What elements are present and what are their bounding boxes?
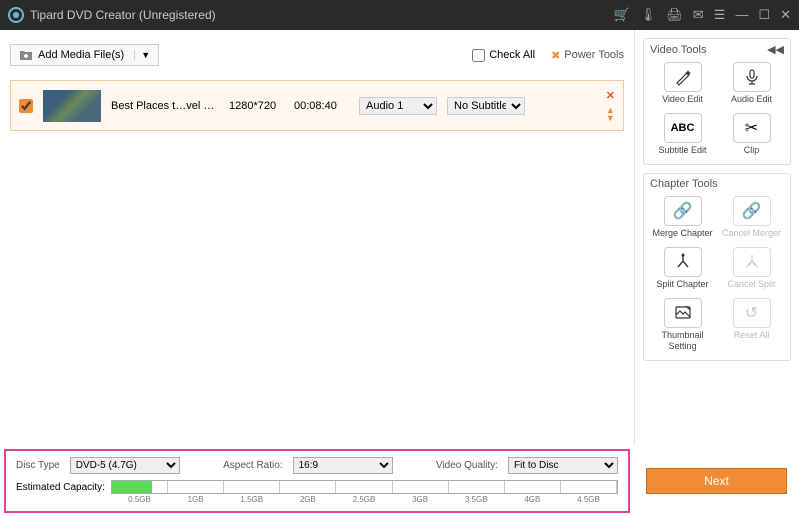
thumbnail-icon bbox=[664, 298, 702, 328]
capacity-tick bbox=[336, 481, 392, 493]
media-item-checkbox[interactable] bbox=[19, 99, 33, 113]
split-off-icon bbox=[733, 247, 771, 277]
reorder-icon[interactable]: ▲▼ bbox=[606, 106, 615, 122]
cancel-merger-button: 🔗 Cancel Merger bbox=[719, 194, 784, 241]
subtitle-select[interactable]: No Subtitle bbox=[447, 97, 525, 115]
menu-icon[interactable]: ☰ bbox=[714, 7, 726, 23]
capacity-tick bbox=[168, 481, 224, 493]
mic-icon bbox=[733, 62, 771, 92]
reset-all-button: ↺ Reset All bbox=[719, 296, 784, 354]
audio-select[interactable]: Audio 1 bbox=[359, 97, 437, 115]
capacity-tick bbox=[112, 481, 168, 493]
media-filename: Best Places t…vel Video.avi bbox=[111, 100, 219, 112]
capacity-tick bbox=[505, 481, 561, 493]
merge-chapter-button[interactable]: 🔗 Merge Chapter bbox=[650, 194, 715, 241]
add-media-label: Add Media File(s) bbox=[38, 49, 124, 61]
power-tools-button[interactable]: ✖ Power Tools bbox=[551, 49, 624, 62]
capacity-bar bbox=[111, 480, 618, 494]
chapter-tools-section: Chapter Tools 🔗 Merge Chapter 🔗 Cancel M… bbox=[643, 173, 791, 361]
link-icon: 🔗 bbox=[664, 196, 702, 226]
scissors-icon: ✂ bbox=[733, 113, 771, 143]
cancel-split-button: Cancel Split bbox=[719, 245, 784, 292]
capacity-tick bbox=[224, 481, 280, 493]
maximize-icon[interactable]: ☐ bbox=[758, 7, 770, 23]
disc-type-select[interactable]: DVD-5 (4.7G) bbox=[70, 457, 180, 474]
chapter-tools-header: Chapter Tools bbox=[650, 178, 718, 190]
feedback-icon[interactable]: ✉ bbox=[693, 7, 704, 23]
video-tools-section: Video Tools ◀◀ Video Edit Audio Edit bbox=[643, 38, 791, 165]
audio-edit-button[interactable]: Audio Edit bbox=[719, 60, 784, 107]
capacity-ticks bbox=[112, 481, 617, 493]
check-all-checkbox[interactable] bbox=[472, 49, 485, 62]
check-all[interactable]: Check All bbox=[472, 49, 535, 62]
media-item[interactable]: Best Places t…vel Video.avi 1280*720 00:… bbox=[10, 80, 624, 131]
collapse-icon[interactable]: ◀◀ bbox=[767, 43, 784, 56]
wrench-icon: ✖ bbox=[551, 49, 560, 62]
reset-icon: ↺ bbox=[733, 298, 771, 328]
main-panel: Add Media File(s) ▼ Check All ✖ Power To… bbox=[0, 30, 634, 445]
thumbnail-setting-button[interactable]: Thumbnail Setting bbox=[650, 296, 715, 354]
link-off-icon: 🔗 bbox=[733, 196, 771, 226]
close-icon[interactable]: ✕ bbox=[780, 7, 791, 23]
capacity-tick bbox=[393, 481, 449, 493]
disc-type-label: Disc Type bbox=[16, 460, 60, 471]
video-tools-header: Video Tools bbox=[650, 44, 706, 56]
print-icon[interactable]: 🖨 bbox=[666, 7, 683, 23]
clip-button[interactable]: ✂ Clip bbox=[719, 111, 784, 158]
tools-panel: Video Tools ◀◀ Video Edit Audio Edit bbox=[634, 30, 799, 445]
media-resolution: 1280*720 bbox=[229, 100, 284, 112]
abc-icon: ABC bbox=[664, 113, 702, 143]
subtitle-edit-button[interactable]: ABC Subtitle Edit bbox=[650, 111, 715, 158]
capacity-tick bbox=[561, 481, 617, 493]
video-quality-select[interactable]: Fit to Disc bbox=[508, 457, 618, 474]
bottom-bar: Disc Type DVD-5 (4.7G) Aspect Ratio: 16:… bbox=[0, 445, 799, 517]
aspect-ratio-label: Aspect Ratio: bbox=[223, 460, 282, 471]
remove-item-icon[interactable]: ✕ bbox=[606, 89, 615, 102]
capacity-tick bbox=[449, 481, 505, 493]
check-all-label: Check All bbox=[489, 49, 535, 61]
split-icon bbox=[664, 247, 702, 277]
folder-plus-icon bbox=[19, 49, 33, 61]
wand-icon bbox=[664, 62, 702, 92]
media-thumbnail bbox=[43, 90, 101, 122]
toolbar: Add Media File(s) ▼ Check All ✖ Power To… bbox=[10, 40, 624, 70]
cart-icon[interactable]: 🛒 bbox=[614, 7, 630, 23]
chevron-down-icon: ▼ bbox=[134, 50, 150, 60]
next-button[interactable]: Next bbox=[646, 468, 787, 494]
aspect-ratio-select[interactable]: 16:9 bbox=[293, 457, 393, 474]
video-edit-button[interactable]: Video Edit bbox=[650, 60, 715, 107]
minimize-icon[interactable]: — bbox=[735, 7, 748, 23]
media-duration: 00:08:40 bbox=[294, 100, 349, 112]
power-tools-label: Power Tools bbox=[564, 49, 624, 61]
split-chapter-button[interactable]: Split Chapter bbox=[650, 245, 715, 292]
capacity-label: Estimated Capacity: bbox=[16, 482, 105, 493]
add-media-button[interactable]: Add Media File(s) ▼ bbox=[10, 44, 159, 66]
app-title: Tipard DVD Creator (Unregistered) bbox=[30, 8, 614, 22]
key-icon[interactable]: 🌡 bbox=[640, 7, 657, 23]
capacity-tick bbox=[280, 481, 336, 493]
settings-box: Disc Type DVD-5 (4.7G) Aspect Ratio: 16:… bbox=[4, 449, 630, 513]
video-quality-label: Video Quality: bbox=[436, 460, 498, 471]
title-bar: Tipard DVD Creator (Unregistered) 🛒 🌡 🖨 … bbox=[0, 0, 799, 30]
app-logo-icon bbox=[8, 7, 24, 23]
